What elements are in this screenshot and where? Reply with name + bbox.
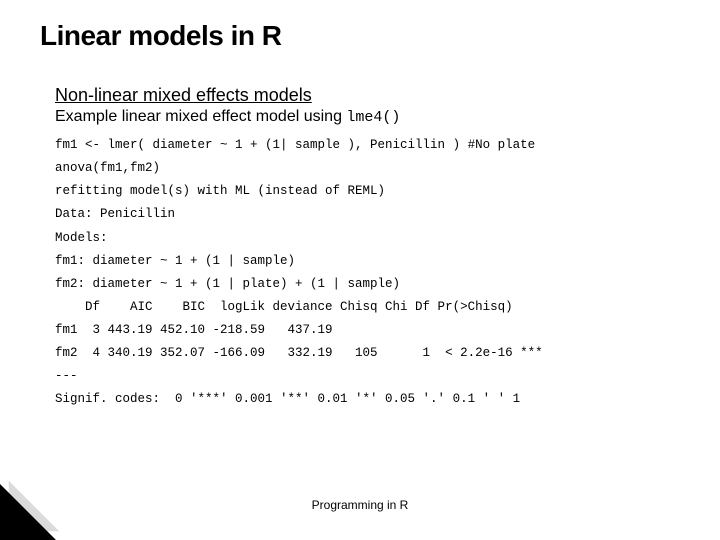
- description-code: lme4(): [346, 109, 400, 126]
- slide: Linear models in R Non-linear mixed effe…: [0, 0, 720, 540]
- footer-text: Programming in R: [0, 498, 720, 512]
- section-heading: Non-linear mixed effects models: [55, 85, 690, 106]
- description-line: Example linear mixed effect model using …: [55, 108, 690, 126]
- description-text: Example linear mixed effect model using: [55, 108, 346, 125]
- slide-title: Linear models in R: [40, 20, 282, 52]
- corner-decoration: [0, 484, 56, 540]
- code-block: fm1 <- lmer( diameter ~ 1 + (1| sample )…: [55, 134, 690, 412]
- content-block: Non-linear mixed effects models Example …: [55, 85, 690, 412]
